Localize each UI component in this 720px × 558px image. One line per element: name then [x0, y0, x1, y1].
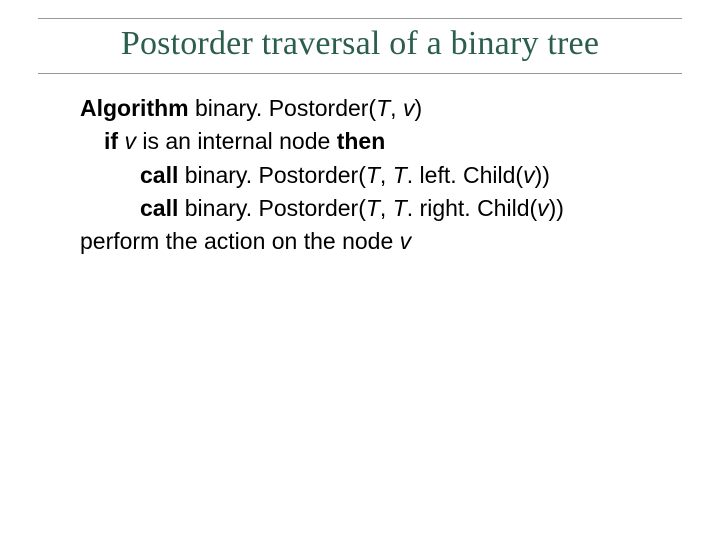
keyword-if: if [104, 128, 124, 154]
text: binary. Postorder( [178, 162, 365, 188]
text: . right. Child( [407, 195, 537, 221]
text: , [380, 195, 393, 221]
text: )) [549, 195, 564, 221]
var-v: v [400, 228, 412, 254]
var-v: v [523, 162, 535, 188]
text: binary. Postorder( [189, 95, 376, 121]
algo-line-signature: Algorithm binary. Postorder(T, v) [80, 92, 682, 125]
var-t: T [393, 162, 407, 188]
text: )) [535, 162, 550, 188]
var-v: v [537, 195, 549, 221]
keyword-call: call [140, 195, 178, 221]
slide-title: Postorder traversal of a binary tree [38, 25, 682, 63]
algo-line-action: perform the action on the node v [80, 225, 682, 258]
algo-line-if: if v is an internal node then [104, 125, 682, 158]
text: binary. Postorder( [178, 195, 365, 221]
arg-v: v [403, 95, 415, 121]
text: , [390, 95, 403, 121]
keyword-then: then [337, 128, 386, 154]
text: , [380, 162, 393, 188]
algorithm-body: Algorithm binary. Postorder(T, v) if v i… [80, 92, 682, 259]
algo-line-call-left: call binary. Postorder(T, T. left. Child… [140, 159, 682, 192]
title-rule-box: Postorder traversal of a binary tree [38, 18, 682, 74]
text: ) [414, 95, 422, 121]
keyword-algorithm: Algorithm [80, 95, 189, 121]
var-t: T [366, 162, 380, 188]
slide: Postorder traversal of a binary tree Alg… [0, 18, 720, 558]
algo-line-call-right: call binary. Postorder(T, T. right. Chil… [140, 192, 682, 225]
text: . left. Child( [407, 162, 523, 188]
var-t: T [393, 195, 407, 221]
var-v: v [124, 128, 136, 154]
text: perform the action on the node [80, 228, 400, 254]
var-t: T [366, 195, 380, 221]
keyword-call: call [140, 162, 178, 188]
arg-t: T [376, 95, 390, 121]
text: is an internal node [136, 128, 337, 154]
